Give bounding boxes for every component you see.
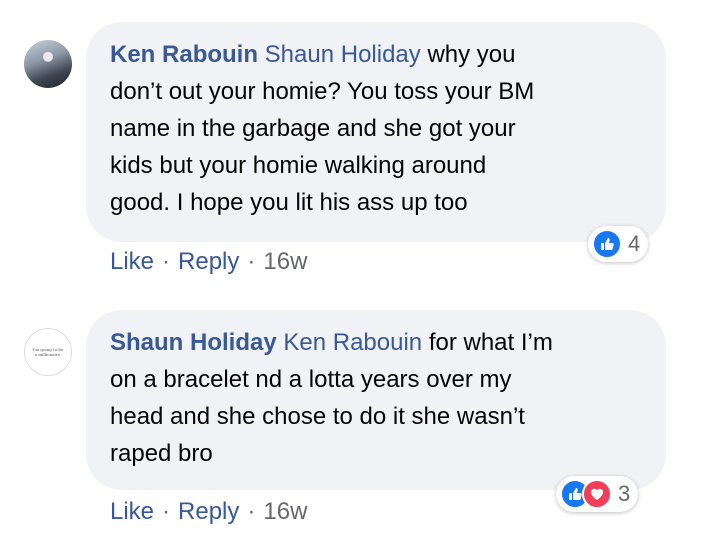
- reaction-count: 4: [628, 231, 641, 256]
- comment-actions: Like · Reply · 16w: [110, 248, 308, 276]
- comment-text: Shaun Holiday Ken Rabouin for what I’m on…: [110, 329, 553, 467]
- reply-button[interactable]: Reply: [178, 248, 239, 276]
- comment-text: Ken Rabouin Shaun Holiday why you don’t o…: [110, 41, 535, 216]
- like-button[interactable]: Like: [110, 498, 154, 526]
- reaction-summary[interactable]: 4: [588, 226, 649, 262]
- reaction-count: 3: [618, 481, 631, 506]
- timestamp[interactable]: 16w: [263, 248, 307, 276]
- reply-button[interactable]: Reply: [178, 498, 239, 526]
- comment-bubble: Shaun Holiday Ken Rabouin for what I’m on…: [86, 310, 666, 490]
- like-button[interactable]: Like: [110, 248, 154, 276]
- comment-actions: Like · Reply · 16w: [110, 498, 308, 526]
- like-icon: [592, 229, 622, 259]
- timestamp[interactable]: 16w: [263, 498, 307, 526]
- author-link[interactable]: Ken Rabouin: [110, 41, 258, 68]
- mention-link[interactable]: Ken Rabouin: [283, 329, 422, 356]
- comment-bubble: Ken Rabouin Shaun Holiday why you don’t o…: [86, 22, 666, 242]
- avatar[interactable]: [24, 40, 72, 88]
- avatar-text: I'm going to be a millionaire.: [32, 347, 64, 357]
- author-link[interactable]: Shaun Holiday: [110, 329, 277, 356]
- avatar[interactable]: I'm going to be a millionaire.: [24, 328, 72, 376]
- mention-link[interactable]: Shaun Holiday: [265, 41, 421, 68]
- reaction-summary[interactable]: 3: [556, 476, 639, 512]
- love-icon: [582, 479, 612, 509]
